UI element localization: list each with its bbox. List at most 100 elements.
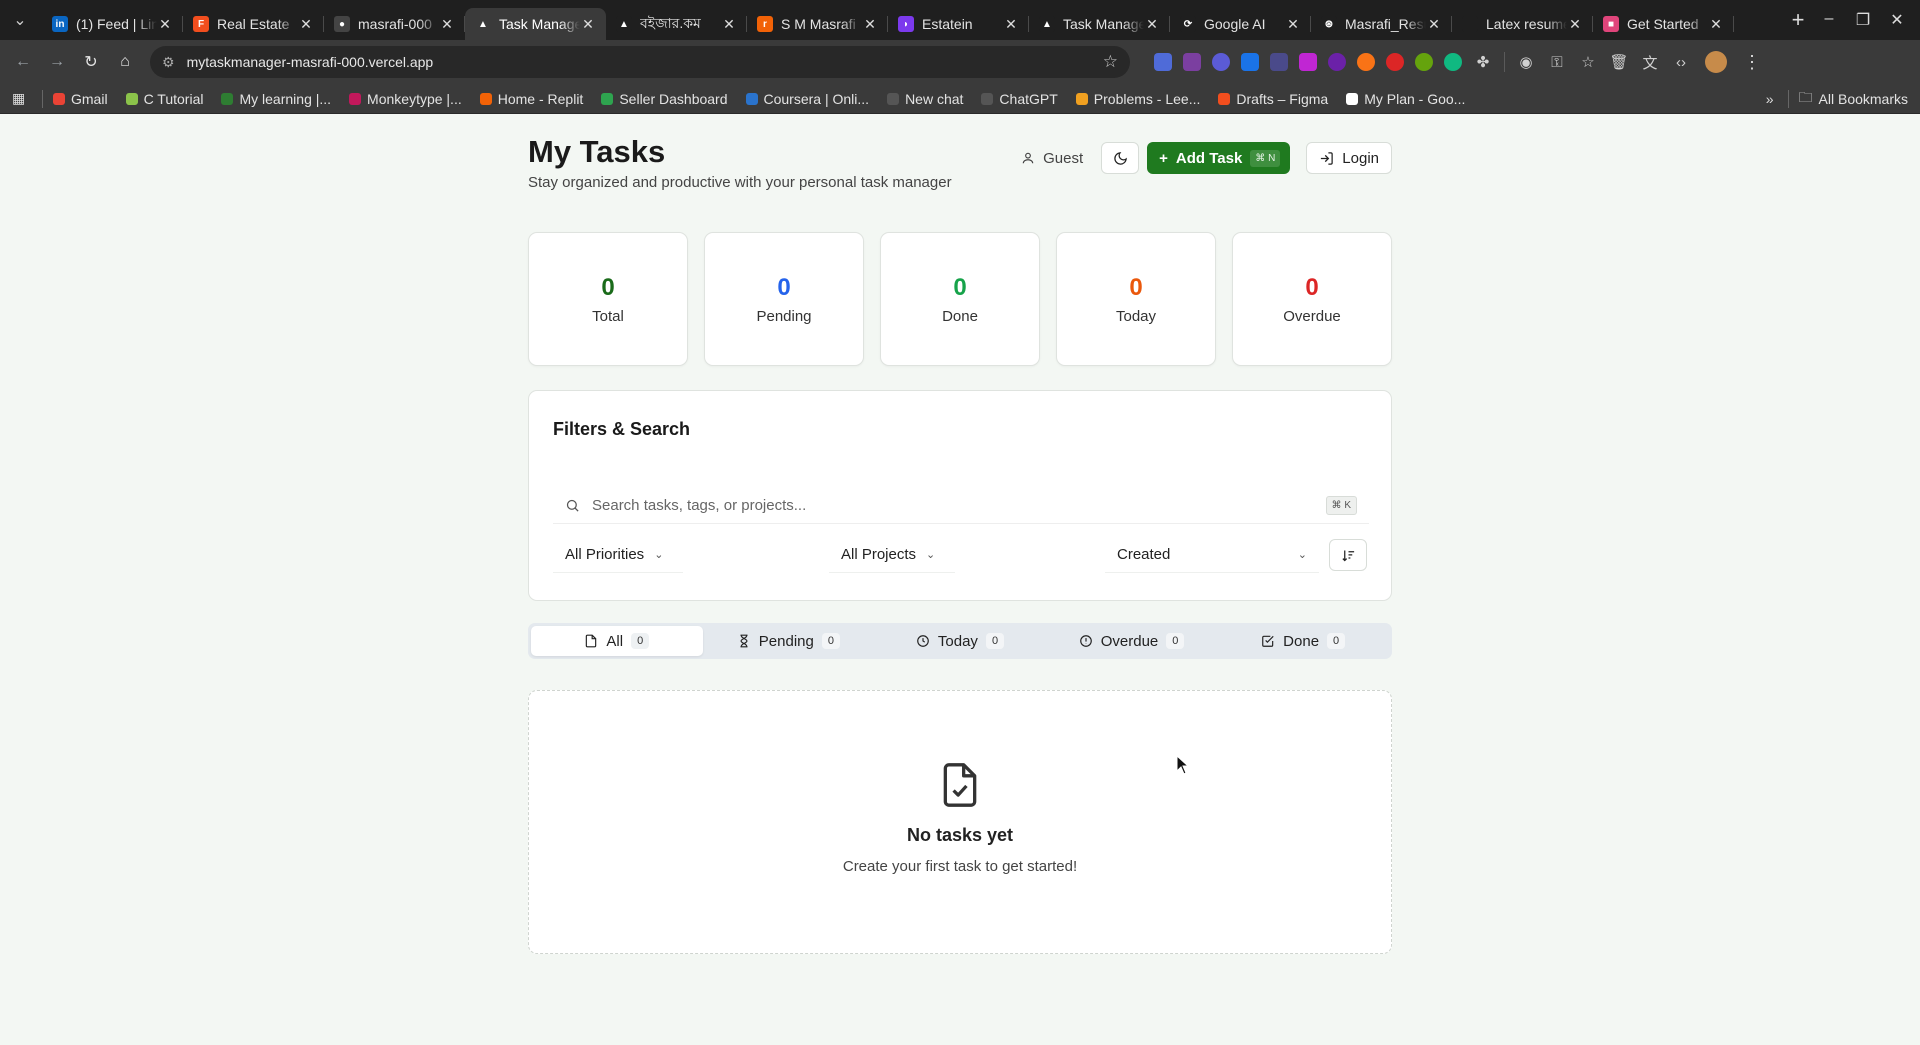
bookmarks-icon[interactable]: ☆ [1578, 53, 1598, 71]
close-tab-icon[interactable]: ✕ [1426, 16, 1442, 33]
browser-tab[interactable]: ● masrafi-000 ✕ [324, 8, 465, 40]
forward-icon[interactable]: → [42, 47, 72, 77]
extension-icon[interactable] [1241, 53, 1259, 71]
bookmark-favicon-icon [479, 92, 492, 105]
bookmark-item[interactable]: My Plan - Goo... [1346, 91, 1465, 107]
theme-toggle-button[interactable] [1101, 142, 1140, 174]
browser-tab[interactable]: ◗ Estatein ✕ [888, 8, 1029, 40]
project-select[interactable]: All Projects ⌄ [829, 537, 955, 573]
search-icon [566, 499, 579, 512]
more-bookmarks-icon[interactable]: » [1766, 91, 1774, 107]
browser-tab[interactable]: ▲ বইজার.কম ✕ [606, 8, 747, 40]
bookmark-item[interactable]: C Tutorial [125, 91, 203, 107]
translate-icon[interactable]: 文 [1640, 52, 1660, 73]
minimize-icon[interactable]: – [1812, 10, 1846, 30]
close-tab-icon[interactable]: ✕ [721, 16, 737, 33]
browser-tab[interactable]: r S M Masrafi ✕ [747, 8, 888, 40]
bookmark-item[interactable]: Coursera | Onli... [745, 91, 869, 107]
add-task-button[interactable]: + Add Task ⌘ N [1147, 142, 1291, 174]
tab-overdue[interactable]: Overdue 0 [1046, 626, 1218, 656]
browser-tab[interactable]: in (1) Feed | LinkedIn✕ [42, 8, 183, 40]
all-bookmarks-button[interactable]: 🗀 All Bookmarks [1799, 87, 1908, 111]
close-tab-icon[interactable]: ✕ [298, 16, 314, 33]
extension-icon[interactable] [1357, 53, 1375, 71]
hourglass-icon [740, 634, 748, 648]
browser-tab[interactable]: ■ Get Started ✕ [1593, 8, 1734, 40]
bookmark-label: Drafts – Figma [1236, 90, 1329, 107]
tab-all[interactable]: All 0 [531, 626, 703, 656]
extension-icon[interactable] [1212, 53, 1230, 71]
bookmark-item[interactable]: Home - Replit [479, 91, 583, 107]
stat-card-total: 0 Total [528, 232, 688, 366]
close-tab-icon[interactable]: ✕ [862, 16, 878, 33]
browser-menu-icon[interactable]: ⋮ [1743, 52, 1761, 73]
close-tab-icon[interactable]: ✕ [157, 16, 173, 33]
bookmark-star-icon[interactable]: ☆ [1103, 52, 1118, 72]
bookmark-item[interactable]: Problems - Lee... [1075, 91, 1200, 107]
new-tab-button[interactable]: + [1784, 7, 1812, 33]
close-tab-icon[interactable]: ✕ [580, 16, 596, 33]
search-input[interactable]: Search tasks, tags, or projects... [592, 497, 1326, 514]
chevron-down-icon: ⌄ [654, 549, 664, 561]
extension-download-icon[interactable] [1299, 53, 1317, 71]
extension-icon[interactable] [1415, 53, 1433, 71]
bookmark-item[interactable]: Drafts – Figma [1218, 91, 1328, 107]
address-bar[interactable]: ⚙ mytaskmanager-masrafi-000.vercel.app ☆ [150, 46, 1130, 78]
sort-select[interactable]: Created ⌄ [1105, 537, 1319, 573]
close-window-icon[interactable]: ✕ [1880, 10, 1914, 30]
browser-tab[interactable]: ⟳ Google AI ✕ [1170, 8, 1311, 40]
close-tab-icon[interactable]: ✕ [1144, 16, 1160, 33]
site-info-icon[interactable]: ⚙ [162, 54, 175, 71]
password-key-icon[interactable]: ⚿ [1547, 54, 1567, 71]
close-tab-icon[interactable]: ✕ [1708, 16, 1724, 33]
tab-today[interactable]: Today 0 [874, 626, 1046, 656]
incognito-icon[interactable]: ◉ [1516, 53, 1536, 71]
google-ai-icon: ⟳ [1180, 16, 1196, 32]
reload-icon[interactable]: ↻ [76, 47, 106, 77]
home-icon[interactable]: ⌂ [110, 47, 140, 77]
bookmark-item[interactable]: Seller Dashboard [601, 91, 728, 107]
close-tab-icon[interactable]: ✕ [1567, 16, 1583, 33]
close-tab-icon[interactable]: ✕ [1285, 16, 1301, 33]
code-icon[interactable]: ‹› [1671, 54, 1691, 71]
extension-translate-icon[interactable] [1154, 53, 1172, 71]
browser-tab[interactable]: ⊛ Masrafi_Resume✕ [1311, 8, 1452, 40]
extension-icon[interactable] [1386, 53, 1404, 71]
sort-direction-button[interactable] [1329, 539, 1367, 571]
profile-avatar[interactable] [1705, 51, 1727, 73]
bookmark-item[interactable]: Gmail [53, 91, 108, 107]
search-field[interactable]: Search tasks, tags, or projects... ⌘ K [553, 488, 1369, 524]
stat-value: 0 [601, 273, 615, 301]
browser-tab[interactable]: ▲ Task Manager ✕ [465, 8, 606, 40]
maximize-icon[interactable]: ❐ [1846, 10, 1880, 30]
extension-icon[interactable] [1183, 53, 1201, 71]
address-url[interactable]: mytaskmanager-masrafi-000.vercel.app [187, 54, 1103, 70]
browser-tab[interactable]: ▲ Task Manager ✕ [1029, 8, 1170, 40]
apps-grid-icon[interactable]: ▦ [12, 90, 28, 107]
moon-icon [1113, 151, 1127, 165]
browser-toolbar: ← → ↻ ⌂ ⚙ mytaskmanager-masrafi-000.verc… [0, 40, 1920, 84]
back-icon[interactable]: ← [8, 47, 38, 77]
bookmark-item[interactable]: ChatGPT [981, 91, 1058, 107]
close-tab-icon[interactable]: ✕ [1003, 16, 1019, 33]
all-bookmarks-label: All Bookmarks [1818, 90, 1908, 107]
extension-icon[interactable] [1444, 53, 1462, 71]
login-button[interactable]: Login [1306, 142, 1392, 174]
tab-pending[interactable]: Pending 0 [703, 626, 875, 656]
extension-icon[interactable] [1328, 53, 1346, 71]
trash-icon[interactable]: 🗑 [1609, 53, 1629, 71]
extension-icon[interactable] [1270, 53, 1288, 71]
filters-heading: Filters & Search [553, 419, 691, 439]
extensions-puzzle-icon[interactable]: ✤ [1473, 53, 1493, 71]
bookmark-label: My learning |... [239, 90, 332, 107]
close-tab-icon[interactable]: ✕ [439, 16, 455, 33]
bookmark-favicon-icon [221, 92, 234, 105]
bookmark-item[interactable]: New chat [887, 91, 963, 107]
bookmark-item[interactable]: Monkeytype |... [349, 91, 462, 107]
bookmark-item[interactable]: My learning |... [221, 91, 331, 107]
tab-search-icon[interactable]: ⌄ [6, 6, 34, 34]
tab-done[interactable]: Done 0 [1217, 626, 1389, 656]
browser-tab[interactable]: F Real Estate ✕ [183, 8, 324, 40]
priority-select[interactable]: All Priorities ⌄ [553, 537, 683, 573]
browser-tab[interactable]: Latex resume ✕ [1452, 8, 1593, 40]
